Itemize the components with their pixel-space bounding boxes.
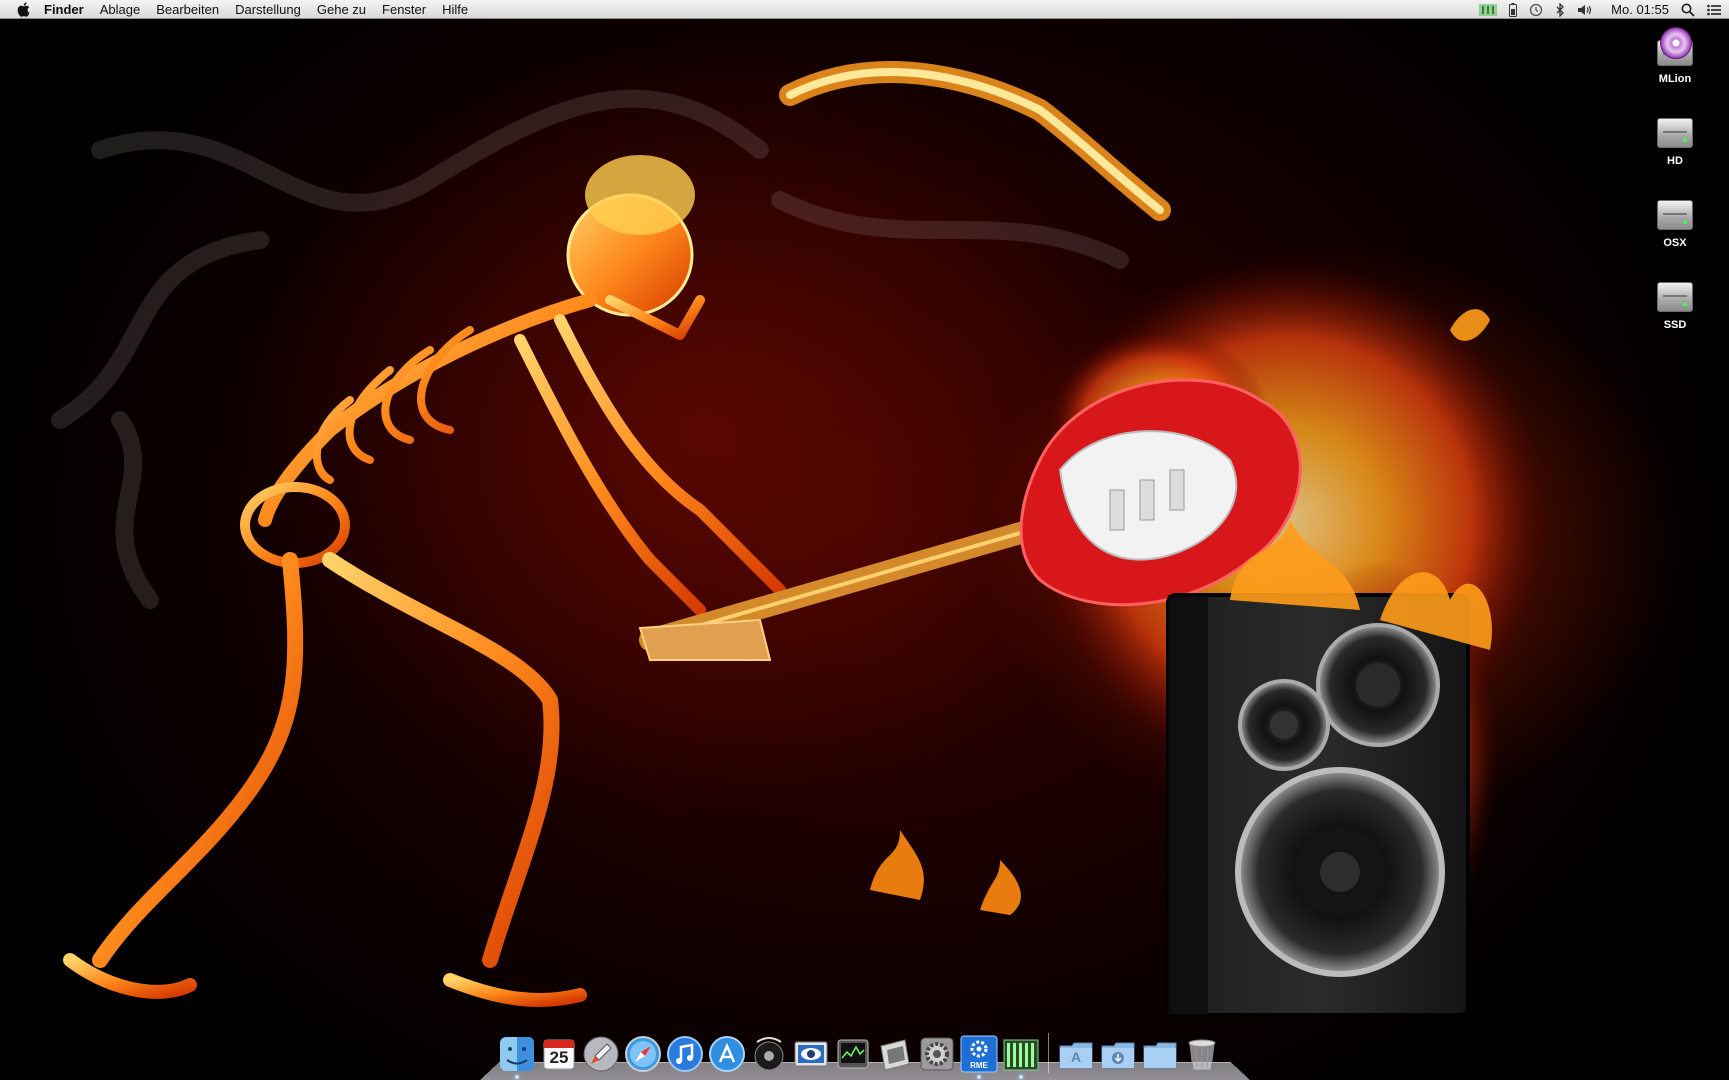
desktop-icon-hd[interactable]: HD	[1635, 108, 1715, 167]
menu-app-finder[interactable]: Finder	[36, 0, 92, 19]
loudspeaker	[1166, 593, 1470, 1017]
desktop-icon-mlion[interactable]: MLion	[1635, 26, 1715, 85]
graph-monitor-icon	[837, 1039, 869, 1069]
trash-icon	[1188, 1039, 1216, 1071]
downloads-folder-icon	[1101, 1042, 1135, 1069]
menu-hilfe[interactable]: Hilfe	[434, 0, 476, 19]
menu-ablage[interactable]: Ablage	[92, 0, 148, 19]
dock-activity-monitor[interactable]	[834, 1035, 872, 1073]
music-note-icon	[667, 1036, 703, 1072]
menu-gehe-zu[interactable]: Gehe zu	[309, 0, 374, 19]
desktop-icon-label: HD	[1667, 155, 1683, 167]
dock-finder[interactable]	[498, 1035, 536, 1079]
applications-stack-glyph: A	[1070, 1049, 1082, 1065]
dock-mixer[interactable]	[1002, 1035, 1040, 1079]
audio-icon	[880, 1039, 910, 1071]
notification-list-icon[interactable]	[1707, 0, 1721, 19]
hard-drive-icon	[1654, 272, 1696, 316]
gear-icon	[920, 1037, 954, 1071]
spotlight-search-icon[interactable]	[1681, 0, 1695, 19]
flame-arc	[779, 61, 1171, 221]
finder-icon	[500, 1037, 534, 1071]
dock-preview[interactable]	[792, 1035, 830, 1073]
hard-drive-icon	[1654, 108, 1696, 152]
menu-bearbeiten[interactable]: Bearbeiten	[148, 0, 227, 19]
dock-launchpad[interactable]	[582, 1035, 620, 1073]
running-indicator	[977, 1075, 981, 1079]
dock-trash[interactable]	[1183, 1035, 1221, 1073]
desktop-icon-label: SSD	[1663, 319, 1687, 331]
time-machine-icon[interactable]	[1529, 0, 1543, 19]
wallpaper-art	[51, 61, 1550, 1017]
hard-drive-icon	[1654, 190, 1696, 234]
eye-photo-icon	[794, 1041, 828, 1067]
volume-icon[interactable]	[1577, 0, 1593, 19]
documents-folder-icon	[1143, 1042, 1177, 1069]
calendar-day: 25	[549, 1048, 569, 1067]
menu-fenster[interactable]: Fenster	[374, 0, 434, 19]
install-disc-icon	[1654, 26, 1696, 70]
running-indicator	[1019, 1075, 1023, 1079]
menu-clock[interactable]: Mo. 01:55	[1611, 0, 1669, 19]
dock-stack-downloads[interactable]	[1099, 1035, 1137, 1073]
dock-safari[interactable]	[624, 1035, 662, 1073]
dock: 25 RME A	[480, 1023, 1250, 1080]
dock-itunes[interactable]	[666, 1035, 704, 1073]
rme-label: RME	[970, 1061, 988, 1070]
battery-icon[interactable]	[1509, 0, 1518, 19]
desktop-icon-ssd[interactable]: SSD	[1635, 272, 1715, 331]
dock-app-store[interactable]	[708, 1035, 746, 1073]
mixer-faders-icon	[1003, 1039, 1039, 1071]
dock-rme-totalmix[interactable]: RME	[960, 1035, 998, 1079]
dock-stack-documents[interactable]	[1141, 1035, 1179, 1073]
desktop-wallpaper	[0, 0, 1729, 1080]
desktop-icon-osx[interactable]: OSX	[1635, 190, 1715, 249]
running-indicator	[515, 1075, 519, 1079]
desktop-icon-label: OSX	[1663, 237, 1687, 249]
compass-icon	[625, 1036, 661, 1072]
mixer-status-icon[interactable]	[1479, 0, 1498, 19]
dock-calendar[interactable]: 25	[540, 1035, 578, 1073]
bluetooth-icon[interactable]	[1555, 0, 1565, 19]
status-menus: Mo. 01:55	[1479, 0, 1721, 19]
desktop-icon-label: MLion	[1658, 73, 1692, 85]
dock-logic[interactable]	[876, 1035, 914, 1073]
dock-disk-utility[interactable]	[750, 1035, 788, 1073]
dock-system-preferences[interactable]	[918, 1035, 956, 1073]
apple-logo-icon[interactable]	[10, 0, 36, 19]
app-store-icon	[709, 1036, 745, 1072]
dock-stack-applications[interactable]: A	[1057, 1035, 1095, 1073]
rocket-icon	[583, 1036, 619, 1072]
smoke-wisps	[51, 89, 1129, 609]
menu-bar: Finder Ablage Bearbeiten Darstellung Geh…	[0, 0, 1729, 19]
stethoscope-disk-icon	[754, 1037, 784, 1071]
dock-items: 25 RME A	[498, 1029, 1221, 1079]
dock-separator	[1048, 1033, 1049, 1073]
menu-darstellung[interactable]: Darstellung	[227, 0, 309, 19]
